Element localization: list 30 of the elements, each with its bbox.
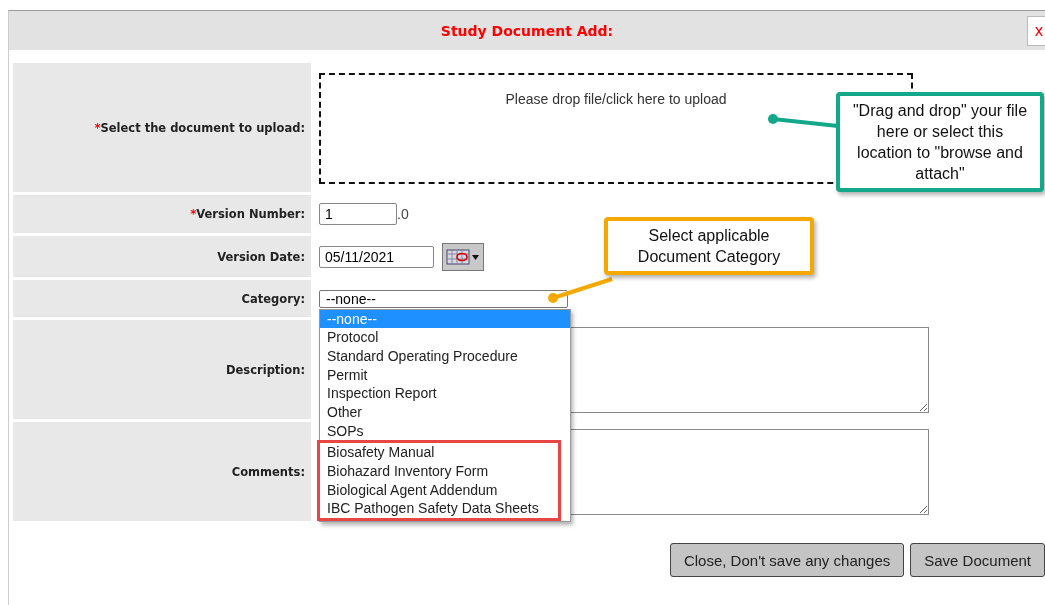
field-label: *Select the document to upload: [94, 120, 305, 135]
version-suffix: .0 [397, 206, 409, 222]
field-label: *Version Number: [190, 207, 305, 221]
dropdown-option[interactable]: IBC Pathogen Safety Data Sheets [317, 499, 561, 522]
close-button[interactable]: x [1027, 16, 1045, 46]
dropdown-option[interactable]: Standard Operating Procedure [320, 346, 570, 366]
leader-line [548, 277, 613, 303]
dropdown-option[interactable]: Permit [320, 365, 570, 385]
field-label: Description: [226, 362, 305, 377]
dropdown-option[interactable]: Biological Agent Addendum [317, 480, 561, 500]
field-label: Version Date: [217, 249, 305, 264]
dropdown-option[interactable]: Inspection Report [320, 384, 570, 403]
close-button[interactable]: Close, Don't save any changes [669, 543, 905, 577]
save-button[interactable]: Save Document [910, 543, 1045, 577]
leader-line [768, 114, 839, 128]
calendar-icon [446, 248, 480, 265]
dropdown-option[interactable]: SOPs [320, 421, 570, 441]
dropdown-option[interactable]: Biohazard Inventory Form [317, 462, 561, 481]
version-number-field[interactable]: 1 [319, 203, 397, 225]
date-field[interactable]: 05/11/2021 [319, 245, 434, 268]
field-label: Comments: [231, 464, 305, 479]
callout-tooltip: Select applicable Document Category [604, 217, 814, 275]
dropdown-option[interactable]: Other [320, 402, 570, 422]
category-select[interactable]: --none-- [319, 289, 568, 308]
callout-tooltip: "Drag and drop" your file here or select this location to "browse and attach" [836, 92, 1044, 192]
dropdown-option[interactable]: Biosafety Manual [317, 440, 561, 462]
dialog-title: Study Document Add: [440, 22, 614, 39]
field-label: Category: [241, 291, 305, 306]
calendar-button[interactable] [442, 242, 484, 271]
dropdown-option[interactable]: Protocol [320, 328, 570, 347]
